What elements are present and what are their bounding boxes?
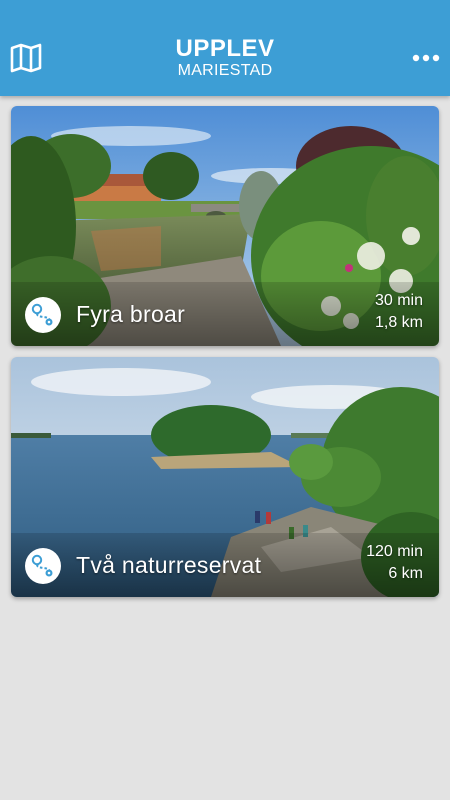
route-icon (25, 297, 61, 333)
route-meta: 120 min 6 km (366, 541, 423, 585)
app-title: UPPLEV MARIESTAD (0, 36, 450, 80)
route-title: Två naturreservat (76, 552, 262, 578)
route-distance: 1,8 km (374, 314, 423, 331)
app-subtitle-text: MARIESTAD (177, 62, 273, 79)
route-duration: 120 min (366, 543, 423, 560)
app-header: UPPLEV MARIESTAD (0, 0, 450, 96)
route-distance: 6 km (388, 565, 423, 582)
app-title-text: UPPLEV (175, 35, 275, 62)
more-dots-icon[interactable] (410, 46, 442, 70)
route-title: Fyra broar (76, 301, 186, 327)
route-card-fyra-broar[interactable]: Fyra broar 30 min 1,8 km (11, 106, 439, 346)
route-card-tva-naturreservat[interactable]: Två naturreservat 120 min 6 km (11, 357, 439, 597)
route-meta: 30 min 1,8 km (375, 290, 423, 334)
route-duration: 30 min (374, 292, 423, 309)
route-icon (25, 548, 61, 584)
